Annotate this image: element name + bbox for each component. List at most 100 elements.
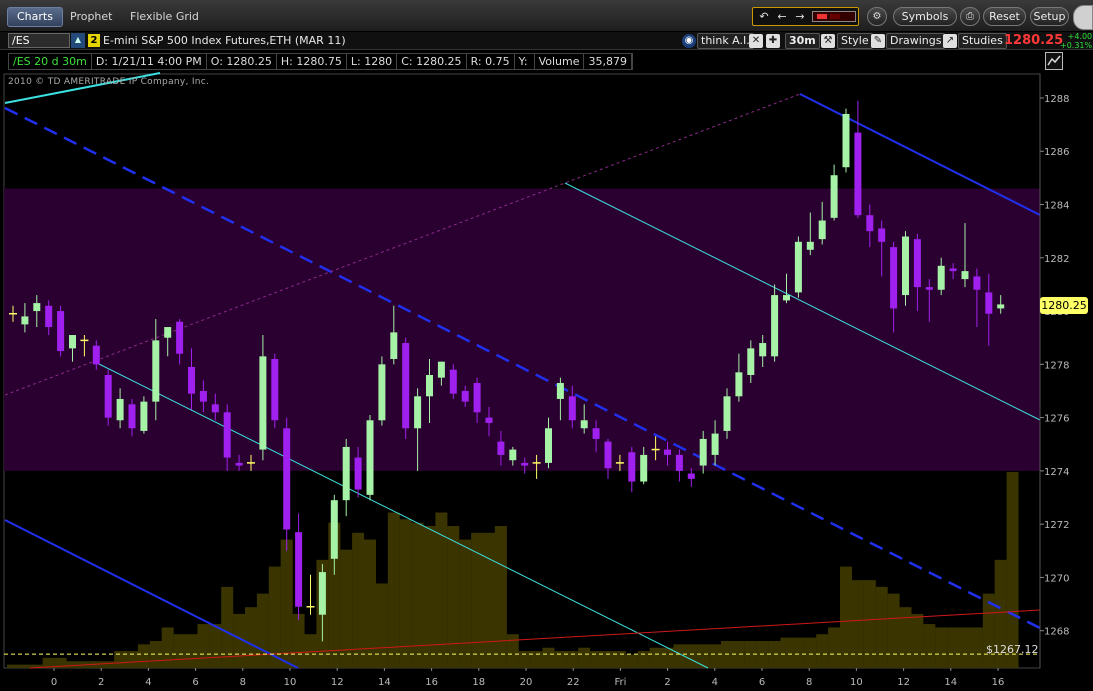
price-tick-label: 1276 — [1044, 414, 1069, 425]
time-tick-label: 16 — [992, 677, 1005, 688]
volume-bar — [137, 644, 150, 668]
volume-bar — [602, 651, 614, 668]
last-price-badge: 1280.25 — [1040, 297, 1088, 314]
candle-body — [556, 382, 564, 399]
symbol-selector-icon[interactable]: ▲ — [71, 33, 85, 48]
back-arrow-icon[interactable]: ← — [775, 10, 789, 23]
reset-button[interactable]: Reset — [983, 7, 1026, 26]
candle-body — [69, 335, 76, 349]
volume-bar — [554, 651, 567, 668]
time-tick-label: 8 — [806, 677, 812, 688]
volume-bar — [947, 627, 960, 668]
price-chart[interactable]: 1288128612841282128012781276127412721270… — [0, 50, 1093, 691]
price-tick-label: 1284 — [1044, 201, 1069, 212]
info-range: R: 0.75 — [467, 54, 515, 69]
volume-bar — [304, 634, 317, 668]
candle-body — [675, 454, 683, 471]
volume-bar — [1006, 471, 1019, 668]
candle-body — [687, 473, 695, 479]
info-date: D: 1/21/11 4:00 PM — [92, 54, 207, 69]
net-change: +4.00 +0.31% — [1060, 32, 1092, 50]
candle-body — [509, 449, 517, 461]
candle-body — [830, 175, 838, 218]
candle-body — [390, 332, 398, 360]
volume-bar — [518, 651, 531, 668]
volume-bar — [911, 613, 924, 668]
last-price: 1280.25 — [1004, 33, 1064, 48]
price-tick-label: 1272 — [1044, 520, 1069, 531]
time-tick-label: 20 — [520, 677, 533, 688]
info-open: O: 1280.25 — [207, 54, 277, 69]
link-group-badge[interactable]: 2 — [88, 34, 100, 47]
draw-tool-icon[interactable]: ✕ — [749, 34, 763, 48]
tab-charts[interactable]: Charts — [7, 7, 63, 27]
volume-bar — [423, 526, 436, 668]
collapse-panel-handle[interactable] — [1073, 5, 1093, 30]
chart-settings-icon[interactable] — [1045, 52, 1063, 70]
candle-body — [640, 454, 648, 482]
candle-body — [259, 356, 267, 450]
time-tick-label: 0 — [51, 677, 57, 688]
symbol-input[interactable] — [8, 33, 70, 48]
wrench-icon[interactable]: ⚙ — [867, 7, 887, 26]
candle-body — [854, 132, 862, 216]
volume-bar — [530, 651, 543, 668]
candle-body — [235, 462, 243, 466]
page-state-indicator[interactable] — [812, 11, 856, 22]
printer-icon[interactable]: ⎙ — [960, 7, 980, 26]
net-change-value: +4.00 — [1067, 32, 1093, 41]
price-tick-label: 1270 — [1044, 573, 1069, 584]
copyright-notice: 2010 © TD AMERITRADE IP Company, Inc. — [8, 77, 210, 87]
instrument-description: E-mini S&P 500 Index Futures,ETH (MAR 11… — [103, 34, 346, 47]
undo-icon[interactable]: ↶ — [757, 10, 771, 23]
chart-label[interactable]: /ES 20 d 30m — [9, 54, 92, 69]
volume-bar — [899, 607, 912, 668]
volume-bar — [506, 634, 519, 668]
volume-bar — [578, 647, 591, 668]
info-volume: 35,879 — [584, 54, 632, 69]
crosshair-icon[interactable]: ✚ — [766, 34, 780, 48]
candle-body — [497, 441, 505, 455]
tab-flexible-grid[interactable]: Flexible Grid — [121, 7, 208, 27]
time-tick-label: 4 — [712, 677, 718, 688]
volume-bar — [352, 532, 365, 668]
setup-button[interactable]: Setup — [1030, 7, 1069, 26]
candle-body — [699, 438, 707, 466]
studies-button[interactable]: Studies — [958, 33, 1007, 49]
volume-bar — [840, 566, 852, 668]
volume-bar — [828, 627, 841, 668]
volume-bar — [970, 627, 983, 668]
volume-bar — [447, 526, 460, 668]
candle-body — [949, 268, 957, 272]
candle-body — [783, 295, 790, 301]
candle-body — [545, 428, 552, 463]
info-low: L: 1280 — [347, 54, 398, 69]
candle-body — [485, 417, 493, 423]
style-button[interactable]: Style — [837, 33, 873, 49]
candle-body — [794, 241, 802, 293]
candle-body — [806, 241, 814, 250]
forward-arrow-icon[interactable]: → — [793, 10, 807, 23]
timeframe-button[interactable]: 30m — [785, 33, 820, 49]
think-ai-button[interactable]: think A.I. — [697, 33, 754, 49]
volume-bar — [851, 580, 864, 668]
studies-icon[interactable]: ↗ — [943, 34, 957, 48]
style-icon[interactable]: ⚒ — [821, 34, 835, 48]
candle-body — [426, 374, 433, 397]
candle-body — [925, 287, 933, 290]
candle-body — [961, 271, 969, 280]
candle-body — [211, 404, 219, 413]
candle-body — [104, 374, 112, 418]
symbols-button[interactable]: Symbols — [893, 7, 957, 26]
price-tick-label: 1278 — [1044, 360, 1069, 371]
candle-body — [21, 316, 29, 325]
net-change-percent: +0.31% — [1060, 41, 1093, 50]
tab-prophet[interactable]: Prophet — [61, 7, 122, 27]
drawings-icon[interactable]: ✎ — [871, 34, 885, 48]
candle-body — [57, 311, 65, 352]
volume-bar — [483, 532, 495, 668]
candle-body — [902, 236, 909, 296]
volume-bar — [923, 624, 936, 668]
drawings-button[interactable]: Drawings — [886, 33, 946, 49]
reference-price-label: $1267.12 — [986, 643, 1039, 656]
